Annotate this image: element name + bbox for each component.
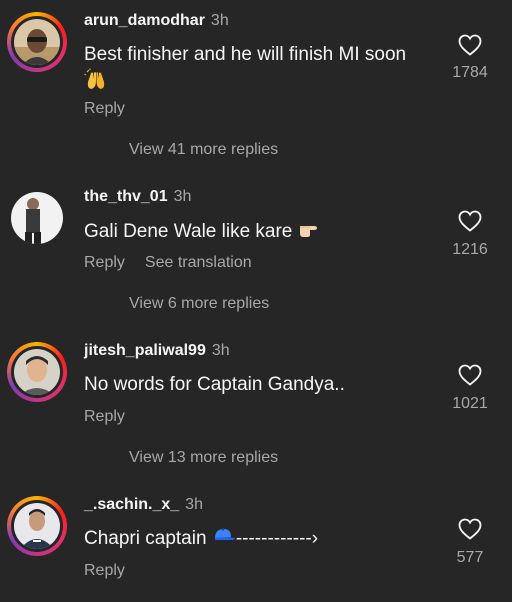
like-button[interactable]: 1021 — [450, 364, 490, 413]
story-ring[interactable] — [7, 342, 67, 402]
comment-actions: Reply — [84, 408, 145, 426]
reply-button[interactable]: Reply — [84, 562, 125, 579]
comment-text-suffix: ------------› — [235, 528, 319, 550]
comment-text: Chapri captain ------------› — [84, 526, 444, 552]
avatar[interactable] — [14, 349, 60, 395]
avatar[interactable] — [11, 192, 63, 244]
avatar-frame[interactable] — [7, 188, 67, 248]
heart-icon[interactable] — [458, 364, 482, 386]
reply-button[interactable]: Reply — [84, 100, 125, 117]
heart-icon[interactable] — [458, 34, 482, 56]
heart-icon[interactable] — [458, 518, 482, 540]
comment-username[interactable]: the_thv_01 — [84, 188, 168, 205]
comment-username[interactable]: arun_damodhar — [84, 12, 205, 29]
pointing-hand-icon — [298, 218, 322, 246]
like-button[interactable]: 577 — [450, 518, 490, 567]
comment-text: No words for Captain Gandya.. — [84, 372, 444, 398]
comment-text-content: Chapri captain — [84, 528, 207, 550]
like-count: 1216 — [452, 241, 488, 258]
heart-icon[interactable] — [458, 210, 482, 232]
comment-text-content: No words for Captain Gandya.. — [84, 374, 345, 395]
comment-time: 3h — [185, 496, 203, 513]
story-ring[interactable] — [7, 496, 67, 556]
comment-text: Gali Dene Wale like kare — [84, 218, 444, 246]
comment-actions: Reply — [84, 562, 145, 580]
raised-hands-icon — [84, 68, 108, 100]
comment-actions: Reply — [84, 100, 145, 118]
see-translation-button[interactable]: See translation — [145, 254, 252, 271]
comment-time: 3h — [173, 188, 192, 205]
avatar[interactable] — [14, 19, 60, 65]
reply-button[interactable]: Reply — [84, 254, 125, 271]
comment-username[interactable]: _.sachin._x_ — [84, 496, 179, 513]
blue-cap-icon — [212, 526, 236, 552]
comment-text-content: Best finisher and he will finish MI soon — [84, 44, 407, 65]
like-button[interactable]: 1216 — [450, 210, 490, 259]
view-more-replies[interactable]: View 41 more replies — [129, 141, 278, 159]
story-ring[interactable] — [7, 12, 67, 72]
comment-actions: Reply See translation — [84, 254, 272, 272]
comment-time: 3h — [210, 12, 229, 29]
view-more-replies[interactable]: View 6 more replies — [129, 295, 269, 313]
like-button[interactable]: 1784 — [450, 34, 490, 82]
comment-text-content: Gali Dene Wale like kare — [84, 221, 293, 243]
comment-time: 3h — [211, 342, 230, 359]
like-count: 577 — [456, 549, 484, 566]
like-count: 1021 — [452, 395, 488, 412]
reply-button[interactable]: Reply — [84, 408, 125, 425]
view-more-replies[interactable]: View 13 more replies — [129, 449, 278, 467]
avatar[interactable] — [14, 503, 60, 549]
comment-username[interactable]: jitesh_paliwal99 — [84, 342, 206, 359]
like-count: 1784 — [452, 64, 488, 81]
comment-text: Best finisher and he will finish MI soon — [84, 42, 444, 100]
